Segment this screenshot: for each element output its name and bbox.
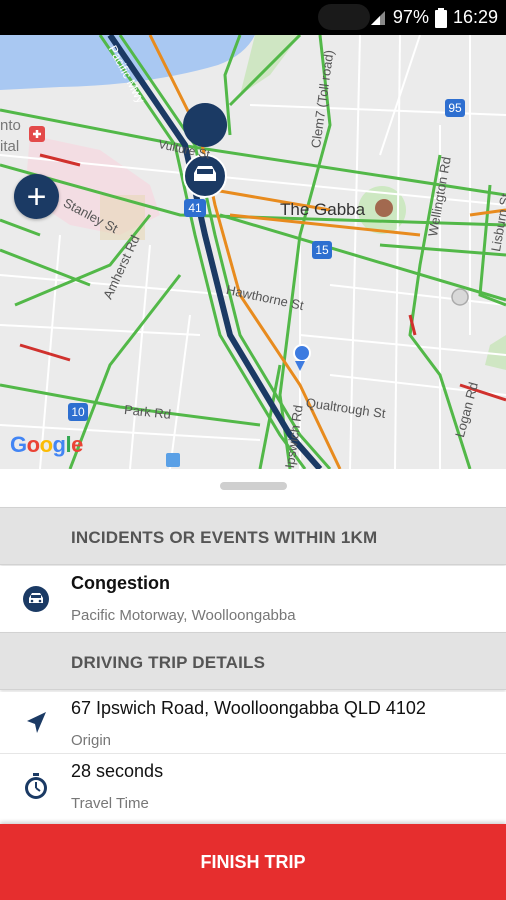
google-letter-2: o [26, 432, 40, 457]
incident-marker[interactable] [183, 103, 228, 147]
status-icons: 97% 16:29 [369, 0, 498, 35]
map-view[interactable]: 95 41 15 10 nto ital The Gabba Stanley St… [0, 35, 506, 469]
drag-handle-bar[interactable] [220, 482, 287, 490]
route-shield-95: 95 [445, 99, 465, 117]
google-logo: Google [10, 432, 83, 458]
google-letter-6: e [71, 432, 83, 457]
location-heading [295, 361, 305, 371]
incident-subtitle: Pacific Motorway, Woolloongabba [71, 607, 296, 624]
poi-pin [451, 288, 469, 306]
notification-blob [318, 4, 370, 30]
bus-stop-icon [166, 453, 180, 467]
travel-time-value: 28 seconds [71, 761, 164, 781]
add-button[interactable]: + [14, 174, 59, 219]
trip-details-header: DRIVING TRIP DETAILS [0, 632, 506, 690]
partial-label-1: nto [0, 117, 21, 134]
partial-place-label: nto ital [0, 115, 21, 157]
navigation-arrow-icon [27, 712, 46, 733]
partial-label-2: ital [0, 138, 20, 155]
current-location-dot [293, 344, 311, 362]
incident-car-window [197, 169, 213, 174]
stadium-pin [375, 199, 393, 217]
bottom-sheet-handle[interactable] [0, 469, 506, 504]
travel-time-label: Travel Time [71, 795, 149, 812]
label-the-gabba[interactable]: The Gabba [280, 200, 365, 220]
route-shield-41: 41 [184, 199, 206, 217]
stopwatch-icon [25, 773, 47, 799]
incident-title: Congestion [71, 573, 170, 593]
signal-icon [370, 10, 385, 25]
origin-row: 67 Ipswich Road, Woolloongabba QLD 4102 … [0, 692, 506, 754]
incident-item[interactable]: Congestion Pacific Motorway, Woolloongab… [0, 566, 506, 629]
google-letter-1: G [10, 432, 27, 457]
google-letter-4: g [52, 432, 66, 457]
trip-details-header-label: DRIVING TRIP DETAILS [71, 653, 266, 672]
plus-icon: + [26, 177, 47, 216]
google-letter-3: o [39, 432, 53, 457]
route-shield-10: 10 [68, 403, 88, 421]
incidents-header: INCIDENTS OR EVENTS WITHIN 1KM [0, 507, 506, 565]
battery-icon [434, 7, 447, 28]
origin-label: Origin [71, 732, 112, 749]
finish-trip-button[interactable]: FINISH TRIP [0, 824, 506, 900]
status-bar: 97% 16:29 [0, 0, 506, 35]
route-shield-15: 15 [312, 241, 332, 259]
travel-time-row: 28 seconds Travel Time [0, 755, 506, 821]
battery-percent: 97% [392, 7, 429, 27]
incidents-header-label: INCIDENTS OR EVENTS WITHIN 1KM [71, 528, 378, 547]
clock: 16:29 [452, 7, 498, 27]
car-icon [23, 586, 49, 612]
origin-value: 67 Ipswich Road, Woolloongabba QLD 4102 [71, 698, 426, 718]
